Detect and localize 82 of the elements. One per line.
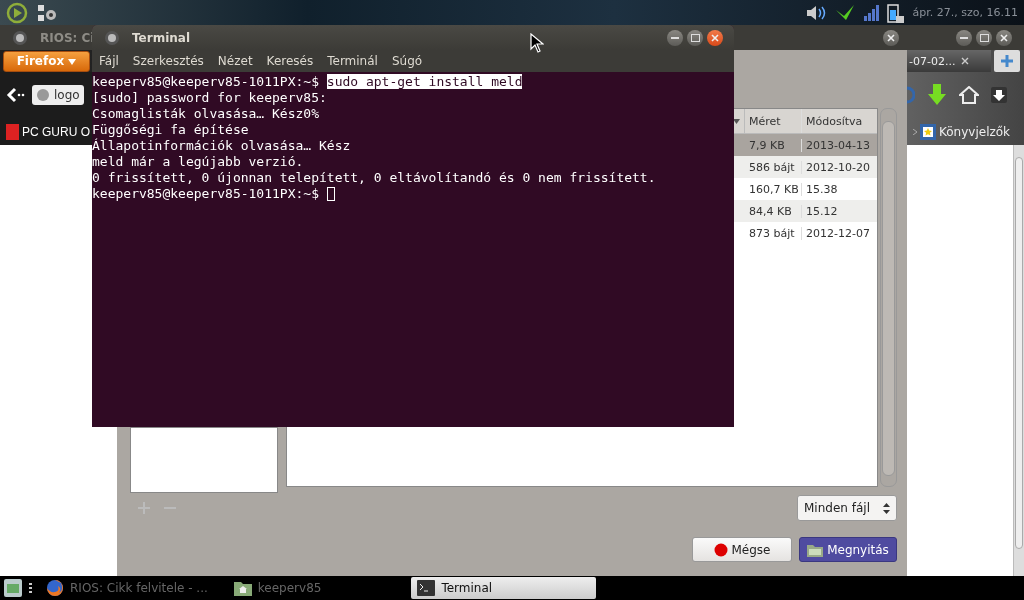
file-row[interactable]: 84,4 KB 15.12 — [745, 200, 877, 222]
handle-icon[interactable] — [29, 583, 32, 593]
table-cell: 2013-04-13 — [801, 138, 877, 152]
menu-item[interactable]: Fájl — [99, 54, 119, 68]
browser-tab[interactable]: -07-02... — [907, 50, 991, 72]
spinner-icon — [883, 502, 890, 514]
places-list[interactable] — [130, 427, 278, 493]
show-desktop-icon[interactable] — [3, 578, 23, 598]
home-folder-icon — [233, 580, 252, 596]
window-title: Terminal — [132, 30, 191, 45]
scrollbar[interactable] — [1013, 145, 1024, 576]
cancel-button[interactable]: Mégse — [692, 537, 792, 562]
table-cell-text: 586 bájt — [748, 160, 796, 174]
launcher-icon[interactable] — [6, 1, 28, 24]
table-cell: 15.38 — [801, 182, 877, 196]
back-icon[interactable] — [6, 87, 26, 103]
terminal-icon — [417, 580, 436, 596]
table-cell-text: 873 bájt — [748, 226, 796, 240]
file-row[interactable]: 160,7 KB 15.38 — [745, 178, 877, 200]
stop-icon — [713, 542, 728, 557]
dropdown-arrow-icon — [68, 59, 77, 65]
clock[interactable]: ápr. 27., szo, 16.11 — [912, 6, 1018, 19]
url-field[interactable]: logo — [32, 85, 84, 105]
window-menu-icon[interactable] — [16, 33, 24, 42]
mouse-pointer-icon — [530, 33, 544, 53]
open-button[interactable]: Megnyitás — [799, 537, 897, 562]
output-line: Állapotinformációk olvasása… Kész — [92, 138, 351, 153]
taskbar-button[interactable]: Terminal — [411, 577, 597, 599]
shell-prompt: keeperv85@keeperv85-1011PX:~$ — [92, 74, 319, 89]
bookmarks-menu[interactable]: Könyvjelzők — [939, 124, 1011, 139]
file-row[interactable]: 873 bájt 2012-12-07 — [745, 222, 877, 244]
close-button[interactable] — [996, 29, 1012, 46]
menu-item[interactable]: Nézet — [217, 54, 253, 68]
output-line: Függőségi fa építése — [92, 122, 249, 137]
table-cell-text: 7,9 KB — [748, 138, 786, 152]
file-row[interactable]: 7,9 KB 2013-04-13 — [745, 134, 877, 156]
table-cell: 15.12 — [801, 204, 877, 218]
scrollbar[interactable] — [880, 108, 897, 487]
table-cell-text: 160,7 KB — [748, 182, 800, 196]
shell-prompt: keeperv85@keeperv85-1011PX:~$ — [92, 186, 319, 201]
close-icon — [711, 33, 719, 42]
menu-item[interactable]: Keresés — [266, 54, 314, 68]
home-icon[interactable] — [959, 86, 979, 104]
output-line: Csomaglisták olvasása… Kész0% — [92, 106, 319, 121]
signal-icon[interactable] — [862, 4, 879, 21]
output-line: 0 frissített, 0 újonnan telepített, 0 eltávolítandó és 0 nem frissített. — [92, 170, 656, 185]
column-header[interactable]: Méret — [744, 109, 801, 133]
minimize-button[interactable] — [956, 29, 972, 46]
close-icon[interactable] — [961, 57, 970, 65]
output-line: [sudo] password for keeperv85: — [92, 90, 327, 105]
plus-icon — [1001, 55, 1013, 67]
folder-icon — [807, 542, 824, 557]
file-row[interactable]: 586 bájt 2012-10-20 — [745, 156, 877, 178]
menu-item[interactable]: Terminál — [327, 54, 378, 68]
downloads-icon[interactable] — [991, 87, 1007, 103]
file-type-dropdown[interactable]: Minden fájl — [797, 495, 897, 521]
bookmark-folder-icon — [920, 123, 936, 140]
volume-icon[interactable] — [804, 4, 827, 21]
close-icon — [887, 33, 895, 42]
command-text: sudo apt-get install meld — [326, 74, 523, 89]
sort-icon[interactable] — [733, 118, 740, 124]
battery-icon[interactable] — [886, 1, 905, 24]
column-header[interactable]: Módosítva — [801, 109, 877, 133]
output-line: meld már a legújabb verzió. — [92, 154, 304, 169]
table-cell: 2012-12-07 — [801, 226, 877, 240]
download-arrow-icon[interactable] — [927, 84, 947, 106]
maximize-button[interactable] — [687, 29, 703, 46]
menu-item[interactable]: Súgó — [391, 54, 423, 68]
close-button[interactable] — [707, 29, 723, 46]
menu-item[interactable]: Szerkesztés — [132, 54, 204, 68]
table-cell-text: 84,4 KB — [748, 204, 793, 218]
chevron-icon[interactable] — [913, 128, 917, 135]
window-menu-icon[interactable] — [108, 33, 116, 42]
minimize-button[interactable] — [667, 29, 683, 46]
close-icon — [1000, 33, 1008, 42]
site-icon — [6, 123, 19, 140]
firefox-icon — [46, 579, 64, 597]
taskbar-button[interactable]: RIOS: Cikk felvitele - ... — [40, 577, 214, 599]
taskbar-button[interactable]: keeperv85 — [227, 577, 328, 599]
maximize-button[interactable] — [976, 29, 992, 46]
table-cell: 2012-10-20 — [801, 160, 877, 174]
close-button[interactable] — [883, 29, 899, 46]
